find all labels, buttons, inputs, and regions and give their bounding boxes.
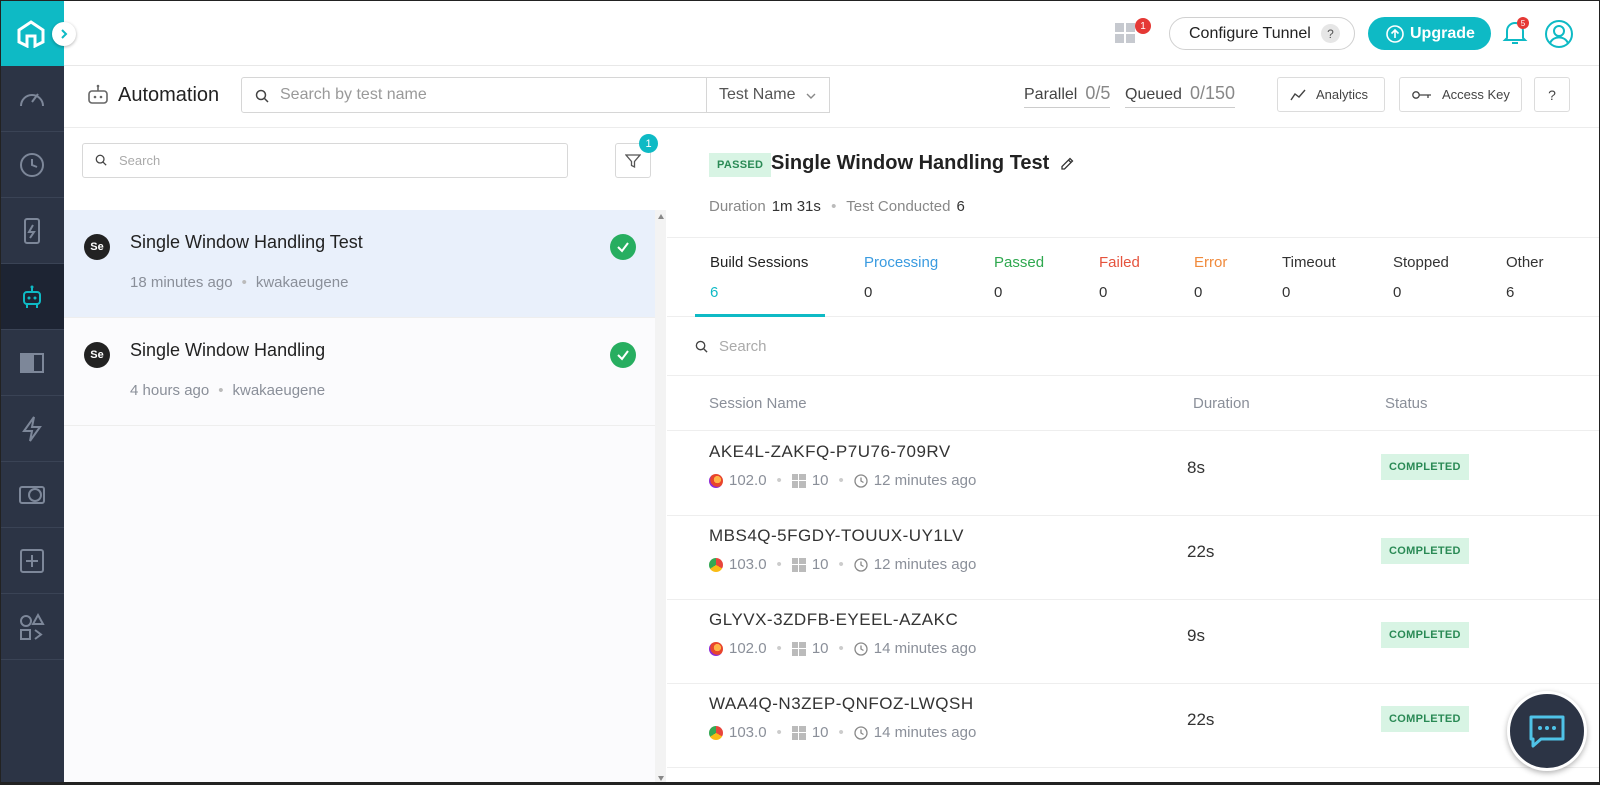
chevron-right-icon: [61, 29, 68, 39]
window-frame: [0, 0, 1600, 785]
expand-sidebar-button[interactable]: [52, 22, 76, 46]
